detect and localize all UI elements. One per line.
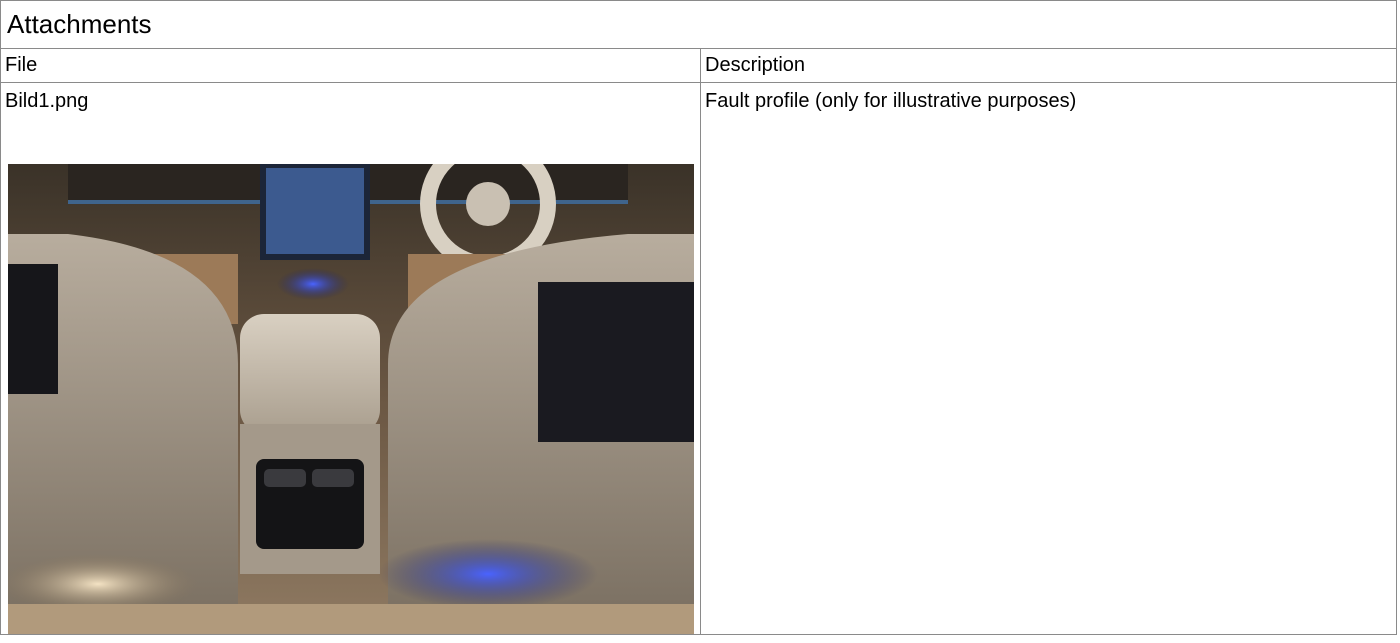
column-header-description: Description	[699, 48, 1398, 83]
description-cell: Fault profile (only for illustrative pur…	[699, 82, 1398, 635]
description-text: Fault profile (only for illustrative pur…	[705, 90, 1077, 112]
file-cell: Bild1.png	[0, 82, 701, 635]
attachments-table: Attachments File Description Bild1.png F…	[0, 0, 1398, 635]
attachment-image[interactable]	[8, 164, 694, 634]
section-title: Attachments	[0, 0, 1398, 49]
header-row: File Description	[0, 48, 1398, 83]
column-header-file: File	[0, 48, 701, 83]
title-row: Attachments	[0, 0, 1398, 49]
file-name-link[interactable]: Bild1.png	[5, 86, 700, 116]
table-row: Bild1.png Fault profile (only for illust…	[0, 82, 1398, 635]
